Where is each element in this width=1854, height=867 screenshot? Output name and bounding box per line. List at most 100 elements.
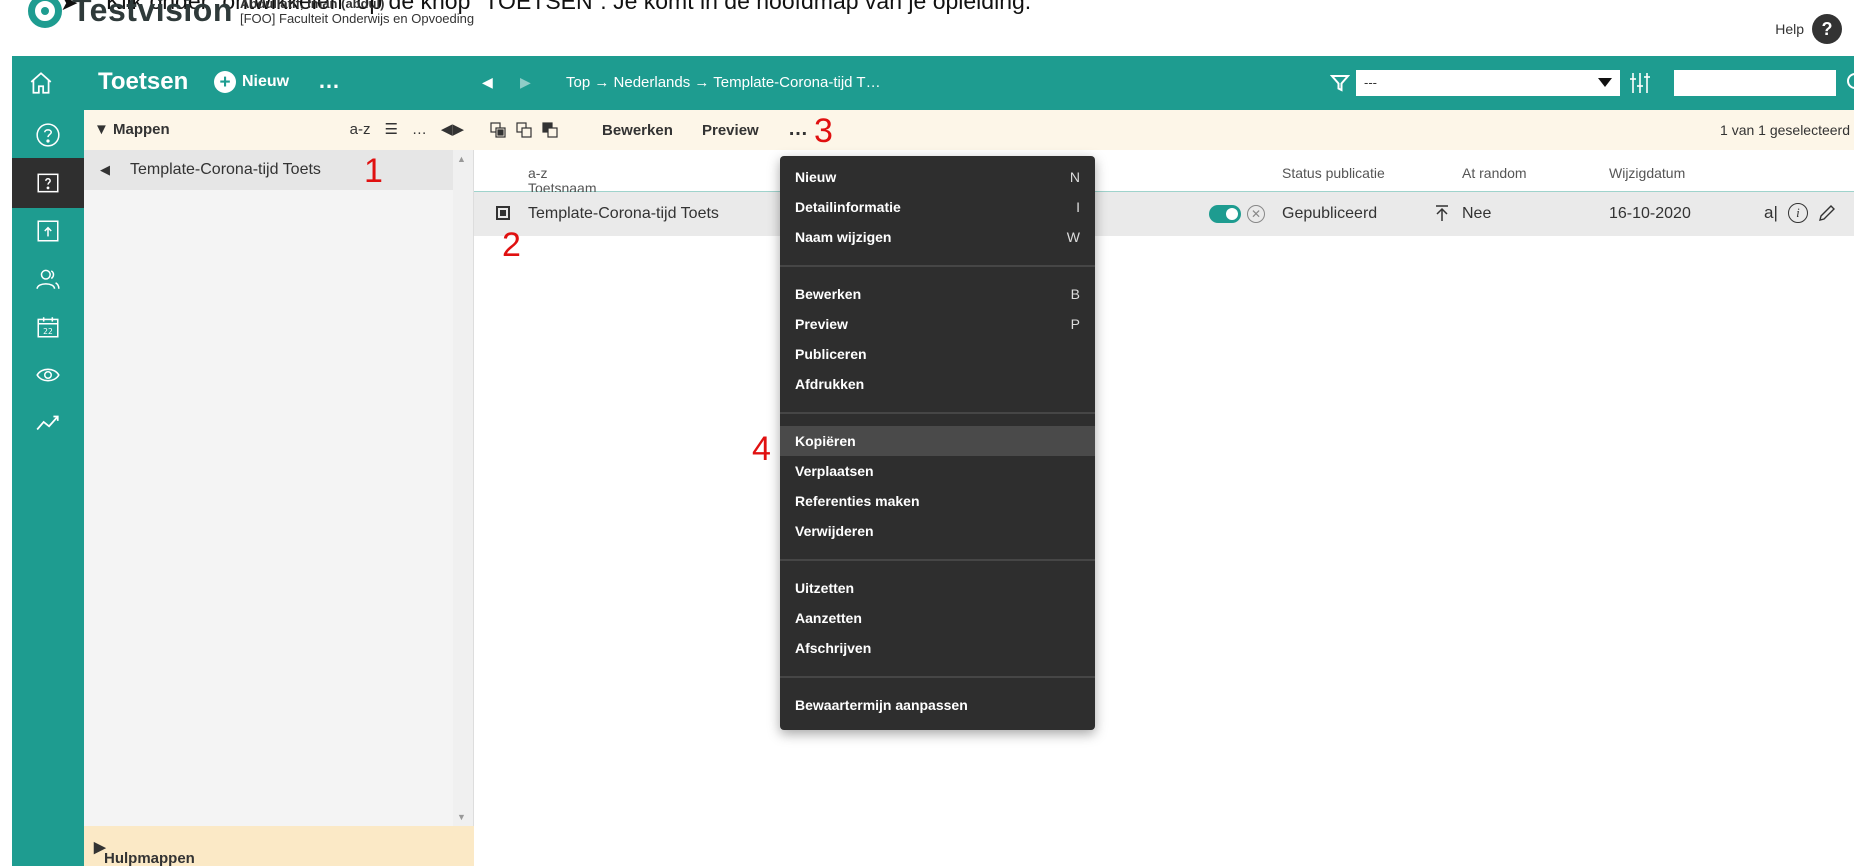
menu-item-copy[interactable]: Kopiëren (780, 426, 1095, 456)
home-icon[interactable] (28, 70, 54, 96)
annotation-4: 4 (752, 430, 771, 468)
column-headers: Toetsnaam a-z Status publicatie At rando… (474, 150, 1854, 196)
scroll-down-icon[interactable]: ▼ (457, 812, 466, 822)
filter-icon[interactable] (1330, 73, 1350, 93)
search-input[interactable] (1674, 70, 1836, 96)
testvision-logo-icon (28, 0, 62, 28)
folder-back-icon[interactable]: ◀ (100, 162, 110, 178)
menu-item-move[interactable]: Verplaatsen (780, 456, 1095, 486)
col-name[interactable]: Toetsnaam a-z (528, 165, 596, 196)
toolbar-more-button[interactable]: … (788, 118, 808, 141)
pin-top-icon (1436, 205, 1448, 221)
col-status[interactable]: Status publicatie (1282, 165, 1385, 181)
brand: Testvision (28, 0, 233, 36)
rail-chart[interactable] (12, 398, 84, 448)
search-icon[interactable] (1846, 72, 1854, 94)
folders-title[interactable]: ▼ Mappen (94, 121, 170, 138)
scroll-up-icon[interactable]: ▲ (457, 154, 466, 164)
menu-item-publish[interactable]: Publiceren (780, 339, 1095, 369)
invert-selection-icon[interactable] (542, 122, 558, 138)
menu-separator (780, 676, 1095, 678)
rail-tests[interactable] (12, 158, 84, 208)
filter-select-value: --- (1364, 75, 1377, 90)
annotation-3: 3 (814, 112, 833, 150)
new-button-label: Nieuw (242, 73, 290, 90)
header-more-button[interactable]: … (318, 68, 341, 94)
folders-panel: ▼ Mappen a-z ☰ … ◀▶ ◀ Template-Corona-ti… (84, 110, 474, 867)
chevron-down-icon (1598, 78, 1612, 87)
help-question-icon[interactable]: ? (1812, 14, 1842, 44)
user-block: Abdullatif, Iman (abdul) [FOO] Faculteit… (240, 0, 474, 26)
users-icon (36, 269, 60, 289)
row-actions: a| i (1764, 203, 1836, 223)
folders-scrollbar[interactable]: ▲ ▼ (453, 150, 473, 826)
folder-item[interactable]: ◀ Template-Corona-tijd Toets (84, 150, 454, 190)
export-icon (37, 220, 59, 242)
annotation-2: 2 (502, 226, 521, 264)
app-header: Toetsen + Nieuw … ◀ ▶ Top → Nederlands →… (12, 56, 1854, 110)
left-rail: 22 (12, 110, 84, 866)
close-circle-icon[interactable]: ✕ (1247, 205, 1265, 223)
rail-users[interactable] (12, 254, 84, 304)
breadcrumb[interactable]: Top → Nederlands → Template-Corona-tijd … (566, 74, 881, 91)
menu-item-enable[interactable]: Aanzetten (780, 603, 1095, 633)
plus-icon: + (214, 71, 236, 93)
help-folders-label: Hulpmappen (104, 850, 195, 867)
svg-text:22: 22 (43, 327, 53, 336)
tests-icon (37, 173, 59, 193)
back-arrow-icon[interactable]: ◀ (482, 74, 493, 91)
folders-tools: a-z ☰ … ◀▶ (350, 120, 464, 139)
select-none-icon[interactable] (516, 122, 532, 138)
rail-help[interactable] (12, 110, 84, 160)
sliders-icon[interactable] (1629, 71, 1651, 95)
list-toolbar: Bewerken Preview … 1 van 1 geselecteerd (474, 110, 1854, 150)
list-icon[interactable]: ☰ (384, 120, 397, 138)
help-link[interactable]: Help ? (1775, 14, 1842, 44)
menu-item-edit[interactable]: Bewerken B (780, 279, 1095, 309)
row-checkbox[interactable] (496, 206, 510, 220)
user-name: Abdullatif, Iman (abdul) (240, 0, 385, 11)
info-icon[interactable]: i (1787, 203, 1808, 223)
menu-item-print[interactable]: Afdrukken (780, 369, 1095, 399)
menu-item-preview[interactable]: Preview P (780, 309, 1095, 339)
folders-more-button[interactable]: … (412, 121, 427, 138)
row-name[interactable]: Template-Corona-tijd Toets (528, 205, 719, 223)
row-date: 16-10-2020 (1609, 205, 1691, 222)
brand-name: Testvision (72, 0, 233, 28)
publish-toggle[interactable] (1209, 205, 1241, 223)
menu-item-rename[interactable]: Naam wijzigen W (780, 222, 1095, 252)
help-folders-section[interactable]: ▶ Hulpmappen (84, 826, 474, 867)
selection-count: 1 van 1 geselecteerd (1720, 122, 1850, 138)
menu-item-disable[interactable]: Uitzetten (780, 573, 1095, 603)
col-random[interactable]: At random (1462, 165, 1527, 181)
menu-item-create-references[interactable]: Referenties maken (780, 486, 1095, 516)
filter-select[interactable]: --- (1356, 70, 1620, 96)
rail-export[interactable] (12, 206, 84, 256)
folder-item-label: Template-Corona-tijd Toets (130, 161, 321, 178)
pencil-icon[interactable] (1818, 204, 1836, 222)
menu-item-retention-period[interactable]: Bewaartermijn aanpassen (780, 690, 1095, 720)
chart-icon (36, 415, 59, 431)
menu-separator (780, 559, 1095, 561)
table-row[interactable]: Template-Corona-tijd Toets ✕ Gepubliceer… (474, 192, 1854, 236)
rail-eye[interactable] (12, 350, 84, 400)
text-cursor-icon[interactable]: a| (1764, 203, 1778, 223)
menu-separator (780, 265, 1095, 267)
menu-item-delete[interactable]: Verwijderen (780, 516, 1095, 546)
new-button[interactable]: + Nieuw (214, 71, 289, 93)
folders-sort-button[interactable]: a-z (350, 121, 371, 138)
menu-item-new[interactable]: Nieuw N (780, 162, 1095, 192)
edit-button[interactable]: Bewerken (602, 122, 673, 139)
menu-item-write-off[interactable]: Afschrijven (780, 633, 1095, 663)
forward-arrow-icon[interactable]: ▶ (520, 74, 531, 91)
calendar-icon: 22 (37, 317, 59, 338)
preview-button[interactable]: Preview (702, 122, 759, 139)
menu-item-detail-info[interactable]: Detailinformatie I (780, 192, 1095, 222)
faculty-name: [FOO] Faculteit Onderwijs en Opvoeding (240, 11, 475, 26)
col-date[interactable]: Wijzigdatum (1609, 165, 1685, 181)
collapse-panel-icon[interactable]: ◀▶ (441, 120, 464, 138)
rail-calendar[interactable]: 22 (12, 302, 84, 352)
context-menu: Nieuw N Detailinformatie I Naam wijzigen W … (780, 156, 1095, 730)
help-label: Help (1775, 21, 1804, 37)
select-all-icon[interactable] (490, 122, 506, 138)
